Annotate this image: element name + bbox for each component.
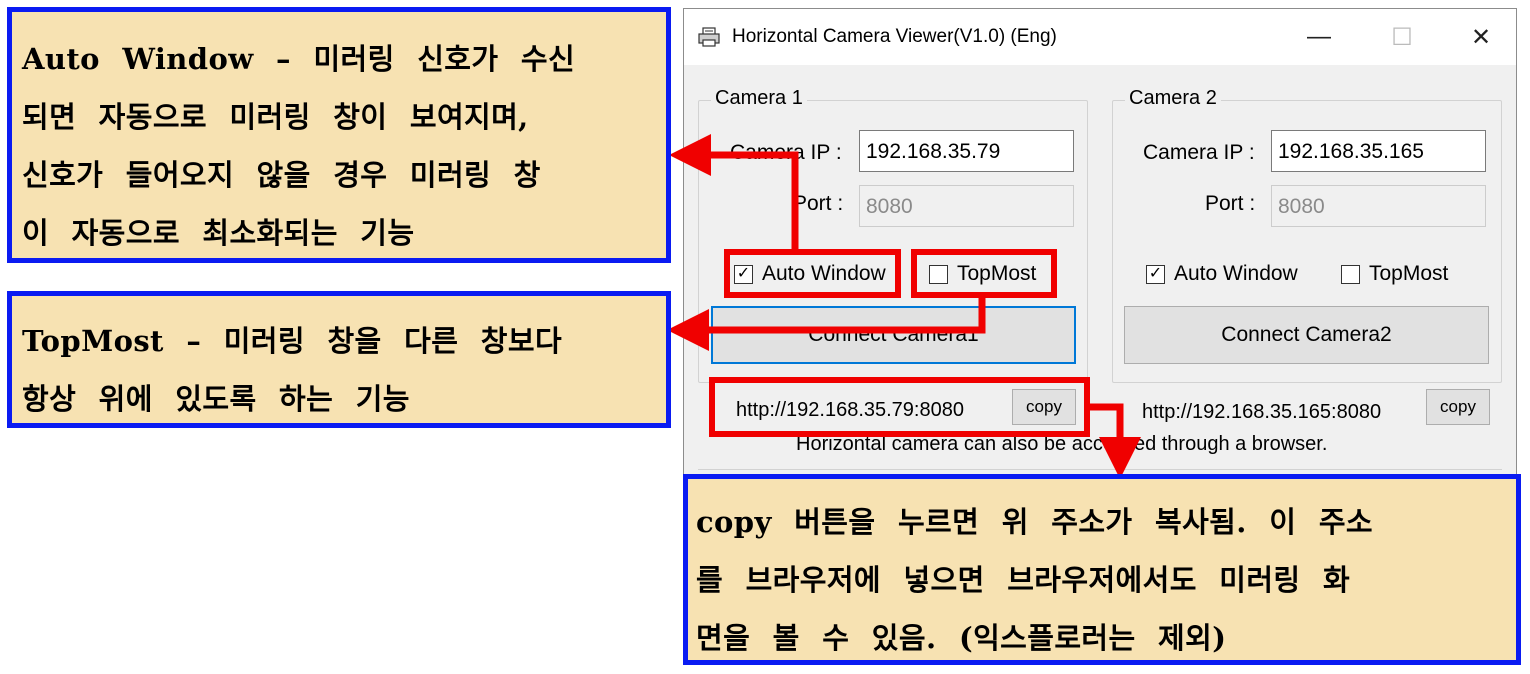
auto-window-callout: Auto Window – 미러링 신호가 수신 되면 자동으로 미러링 창이 …	[7, 7, 671, 263]
callout-line: 면을 볼 수 있음. (익스플로러는 제외)	[696, 621, 1227, 655]
topmost-callout: TopMost – 미러링 창을 다른 창보다 항상 위에 있도록 하는 기능	[7, 291, 671, 428]
callout-line: 이 자동으로 최소화되는 기능	[22, 216, 415, 250]
callout-line: 되면 자동으로 미러링 창이 보여지며,	[22, 100, 529, 134]
callout-line: Auto Window – 미러링 신호가 수신	[22, 42, 576, 76]
copy-callout: copy 버튼을 누르면 위 주소가 복사됨. 이 주소 를 브라우저에 넣으면…	[683, 474, 1521, 665]
topmost-arrow	[667, 295, 986, 351]
auto-window-arrow	[669, 134, 799, 252]
callout-line: TopMost – 미러링 창을 다른 창보다	[22, 324, 563, 358]
copy-arrow	[1088, 403, 1141, 479]
callout-line: 를 브라우저에 넣으면 브라우저에서도 미러링 화	[696, 563, 1351, 597]
callout-line: 신호가 들어오지 않을 경우 미러링 창	[22, 158, 541, 192]
callout-line: 항상 위에 있도록 하는 기능	[22, 382, 410, 416]
callout-line: copy 버튼을 누르면 위 주소가 복사됨. 이 주소	[696, 505, 1373, 539]
